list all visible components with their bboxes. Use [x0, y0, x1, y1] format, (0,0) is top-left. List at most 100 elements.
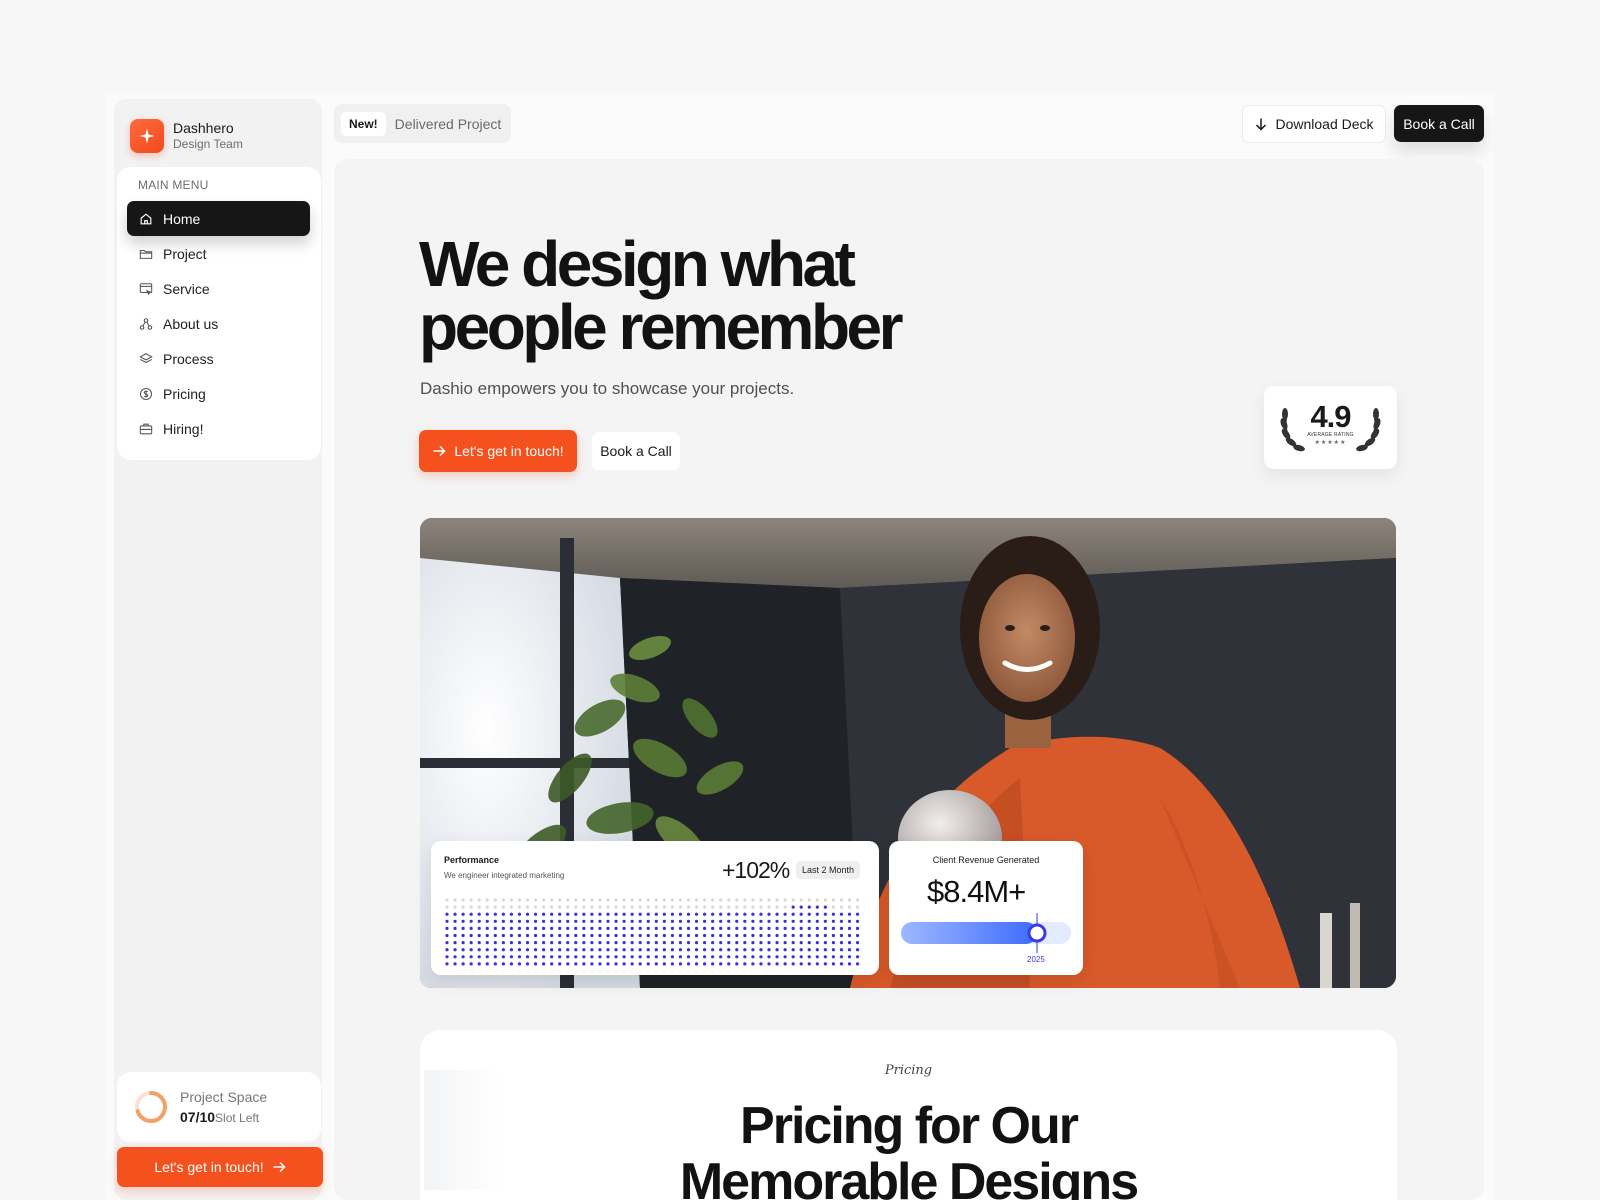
performance-dot: [670, 905, 674, 909]
performance-dot: [638, 926, 642, 930]
performance-dot: [453, 898, 457, 902]
performance-dot: [662, 898, 666, 902]
performance-dot: [839, 898, 844, 902]
performance-dot: [461, 898, 465, 902]
sidebar-item-service[interactable]: Service: [127, 271, 310, 306]
performance-dot: [775, 962, 779, 966]
performance-dot: [751, 941, 755, 945]
performance-dot: [823, 919, 827, 923]
performance-dot: [469, 933, 473, 938]
performance-dot: [445, 941, 449, 945]
performance-dot: [566, 948, 570, 952]
performance-dot: [847, 962, 852, 966]
performance-dot: [525, 912, 530, 916]
performance-dot: [525, 919, 530, 923]
performance-dot: [678, 905, 683, 909]
performance-dot: [493, 926, 497, 930]
hero-book-call-button[interactable]: Book a Call: [592, 432, 680, 470]
performance-dot: [574, 926, 578, 930]
performance-dot: [711, 926, 715, 930]
book-call-top-button[interactable]: Book a Call: [1394, 105, 1484, 142]
sidebar-item-pricing[interactable]: Pricing: [127, 376, 310, 411]
performance-dot: [517, 912, 522, 916]
performance-dot: [501, 955, 505, 959]
performance-dot: [542, 912, 546, 916]
performance-dot: [590, 919, 594, 923]
brand[interactable]: Dashhero Design Team: [130, 119, 243, 153]
performance-dot: [574, 955, 578, 959]
performance-dot: [445, 898, 449, 902]
performance-dot: [751, 926, 755, 930]
performance-dot: [727, 948, 731, 952]
performance-dot: [775, 941, 779, 945]
performance-dot: [855, 912, 860, 916]
hero-title: We design what people remember: [419, 232, 939, 359]
performance-dot: [445, 962, 449, 966]
performance-dot: [517, 898, 522, 902]
performance-dot: [590, 905, 594, 909]
performance-dot: [791, 898, 795, 902]
performance-dot: [606, 948, 610, 952]
performance-dot: [751, 933, 755, 938]
performance-dot: [582, 962, 586, 966]
performance-dot: [533, 926, 538, 930]
hero-cta-label: Let's get in touch!: [454, 443, 564, 459]
slots-total: /10: [195, 1108, 216, 1125]
performance-dot: [670, 898, 674, 902]
performance-dot: [686, 919, 691, 923]
sidebar-item-home[interactable]: Home: [127, 201, 310, 236]
performance-dot: [509, 941, 513, 945]
performance-dot: [823, 926, 827, 930]
download-deck-button[interactable]: Download Deck: [1242, 105, 1386, 143]
performance-dot: [847, 919, 852, 923]
performance-dot: [654, 933, 658, 938]
performance-dot: [574, 919, 578, 923]
performance-dot: [767, 933, 771, 938]
performance-dot: [574, 948, 578, 952]
performance-dot: [839, 933, 844, 938]
project-space-title: Project Space: [180, 1088, 268, 1105]
performance-dot: [606, 919, 610, 923]
performance-dot: [799, 955, 803, 959]
sidebar-item-process[interactable]: Process: [127, 341, 310, 376]
sidebar-item-hiring[interactable]: Hiring!: [127, 411, 310, 446]
performance-dot: [630, 926, 634, 930]
delivered-project-badge[interactable]: New! Delivered Project: [334, 104, 512, 143]
performance-dot: [767, 898, 771, 902]
performance-dot: [703, 898, 707, 902]
performance-dot: [703, 941, 707, 945]
performance-dot: [533, 912, 538, 916]
performance-dot: [598, 898, 602, 902]
performance-dot: [469, 948, 473, 952]
performance-dot: [855, 941, 860, 945]
performance-dot: [815, 962, 819, 966]
arrow-down-icon: [1256, 118, 1267, 131]
performance-dot: [815, 948, 819, 952]
performance-dot: [751, 898, 755, 902]
performance-dot: [759, 898, 763, 902]
performance-dot: [807, 919, 811, 923]
performance-dot: [493, 933, 497, 938]
performance-dot: [654, 948, 658, 952]
performance-dot: [445, 926, 449, 930]
performance-dot: [485, 905, 489, 909]
performance-dot: [477, 905, 481, 909]
performance-dot: [517, 905, 522, 909]
performance-dot: [855, 962, 860, 966]
performance-dot: [662, 962, 666, 966]
performance-dot: [485, 926, 489, 930]
performance-dot: [743, 898, 747, 902]
performance-dot: [831, 926, 835, 930]
performance-dot: [517, 926, 522, 930]
hero-get-in-touch-button[interactable]: Let's get in touch!: [419, 430, 577, 472]
performance-dot: [678, 898, 683, 902]
sidebar-item-project[interactable]: Project: [127, 236, 310, 271]
sidebar-get-in-touch-button[interactable]: Let's get in touch!: [117, 1147, 323, 1187]
performance-dot: [815, 905, 819, 909]
performance-dot: [847, 933, 852, 938]
performance-dot: [815, 955, 819, 959]
sidebar-item-about[interactable]: About us: [127, 306, 310, 341]
performance-dot: [815, 919, 819, 923]
performance-dot: [678, 948, 683, 952]
revenue-slider[interactable]: [899, 913, 1073, 953]
